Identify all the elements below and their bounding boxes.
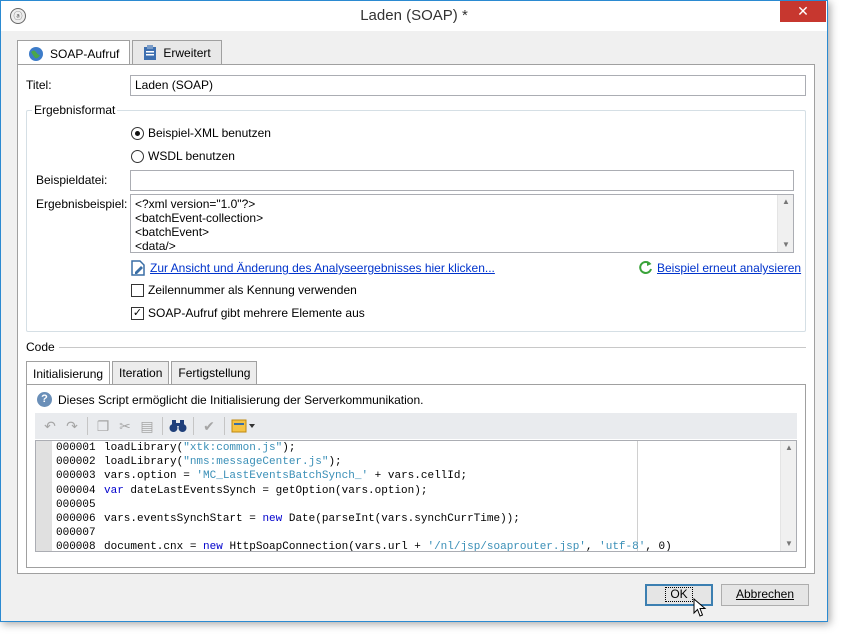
scroll-up-icon[interactable]: ▲ (781, 441, 796, 455)
radio-dot (131, 149, 144, 163)
radio-label: Beispiel-XML benutzen (148, 126, 271, 140)
sample-file-label: Beispieldatei: (36, 173, 108, 187)
radio-dot (131, 126, 144, 140)
code-line: 000003 vars.option = 'MC_LastEventsBatchS… (56, 469, 778, 483)
editor-vertical-scrollbar[interactable]: ▲ ▼ (780, 441, 796, 551)
info-row: ? Dieses Script ermöglicht die Initialis… (37, 392, 423, 407)
editor-toolbar: ↶ ↷ ❐ ✂ ▤ ✔ (35, 413, 797, 439)
checkbox-box (131, 283, 144, 297)
tab-erweitert[interactable]: Erweitert (132, 40, 222, 65)
check-icon[interactable]: ✔ (198, 415, 220, 437)
radio-sample-xml[interactable]: Beispiel-XML benutzen (131, 126, 271, 140)
edit-document-icon (131, 260, 145, 276)
code-text: loadLibrary("xtk:common.js"); (104, 442, 296, 454)
checkbox-line-number[interactable]: Zeilennummer als Kennung verwenden (131, 283, 357, 297)
tab-iteration[interactable]: Iteration (112, 361, 170, 384)
binoculars-icon (169, 420, 187, 432)
tab-label: SOAP-Aufruf (50, 46, 120, 61)
code-text: vars.eventsSynchStart = new Date(parseIn… (104, 512, 520, 525)
radio-label: WSDL benutzen (148, 149, 235, 163)
scroll-down-icon[interactable]: ▼ (781, 537, 796, 551)
dialog-window: ⓐ Laden (SOAP) * ✕ SOAP-Aufruf Erweitert… (0, 0, 828, 622)
redo-icon[interactable]: ↷ (61, 415, 83, 437)
paste-icon[interactable]: ▤ (136, 415, 158, 437)
editor-gutter (36, 441, 52, 551)
mouse-cursor-icon (693, 598, 707, 617)
code-line: 000004 var dateLastEventsSynch = getOptio… (56, 484, 778, 498)
tab-label: Erweitert (163, 46, 211, 60)
tab-soap-aufruf[interactable]: SOAP-Aufruf (17, 40, 131, 66)
code-line: 000007 (56, 526, 778, 540)
code-text: document.cnx = new HttpSoapConnection(va… (104, 541, 672, 552)
soap-panel: Titel: Laden (SOAP) Ergebnisformat Beisp… (17, 64, 815, 574)
cancel-button-label: Abbrechen (735, 587, 795, 601)
code-text: loadLibrary("nms:messageCenter.js"); (104, 456, 342, 469)
line-number: 000008 (56, 541, 96, 552)
find-icon[interactable] (167, 415, 189, 437)
code-panel: ? Dieses Script ermöglicht die Initialis… (26, 384, 806, 568)
line-number: 000003 (56, 470, 96, 483)
tab-fertigstellung[interactable]: Fertigstellung (171, 361, 258, 384)
code-text: vars.option = 'MC_LastEventsBatchSynch_'… (104, 470, 468, 483)
code-lines: 000001 loadLibrary("xtk:common.js"); 0000… (56, 441, 778, 552)
line-number: 000002 (56, 456, 96, 469)
sample-result-textarea[interactable]: <?xml version="1.0"?> <batchEvent-collec… (130, 194, 794, 253)
tab-initialisierung[interactable]: Initialisierung (26, 361, 111, 385)
code-editor[interactable]: 000001 loadLibrary("xtk:common.js"); 0000… (35, 440, 797, 552)
line-number: 000001 (56, 442, 96, 454)
code-line: 000005 (56, 498, 778, 512)
code-section-label: Code (26, 340, 59, 354)
result-format-title: Ergebnisformat (32, 103, 118, 117)
main-tabs: SOAP-Aufruf Erweitert (17, 40, 224, 66)
toolbar-separator (162, 417, 163, 435)
globe-icon (29, 46, 43, 61)
toolbar-separator (87, 417, 88, 435)
cancel-button[interactable]: Abbrechen (721, 584, 809, 606)
code-line: 000002 loadLibrary("nms:messageCenter.js"… (56, 455, 778, 469)
scroll-down-icon[interactable]: ▼ (778, 238, 793, 252)
copy-icon[interactable]: ❐ (92, 415, 114, 437)
sample-file-input[interactable] (130, 170, 794, 191)
code-line: 000008 document.cnx = new HttpSoapConnect… (56, 540, 778, 552)
vertical-scrollbar[interactable]: ▲ ▼ (777, 195, 793, 252)
toolbar-separator (224, 417, 225, 435)
line-number: 000004 (56, 484, 96, 497)
code-tabs: Initialisierung Iteration Fertigstellung (26, 361, 259, 385)
title-label: Titel: (26, 78, 52, 92)
scroll-up-icon[interactable]: ▲ (778, 195, 793, 209)
insert-field-icon[interactable] (229, 415, 259, 437)
checkbox-multiple-elements[interactable]: ✓ SOAP-Aufruf gibt mehrere Elemente aus (131, 306, 365, 320)
title-input[interactable]: Laden (SOAP) (130, 75, 806, 96)
line-number: 000007 (56, 527, 96, 540)
toolbar-separator (193, 417, 194, 435)
help-icon: ? (37, 392, 52, 407)
ok-button-label: OK (665, 587, 693, 602)
close-button[interactable]: ✕ (780, 1, 826, 22)
checkbox-label: Zeilennummer als Kennung verwenden (148, 283, 357, 297)
sample-result-label: Ergebnisbeispiel: (36, 197, 128, 211)
cut-icon[interactable]: ✂ (114, 415, 136, 437)
refresh-icon (639, 261, 652, 274)
sample-line: <data/> (135, 239, 176, 253)
code-text: var dateLastEventsSynch = getOption(vars… (104, 484, 428, 497)
clipboard-icon (144, 45, 157, 60)
code-line: 000001 loadLibrary("xtk:common.js"); (56, 441, 778, 455)
sample-line: <?xml version="1.0"?> (135, 197, 256, 211)
title-bar: ⓐ Laden (SOAP) * ✕ (1, 1, 827, 31)
sample-line: <batchEvent-collection> (135, 211, 264, 225)
reanalyze-link[interactable]: Beispiel erneut analysieren (657, 261, 801, 275)
checkbox-box: ✓ (131, 306, 144, 320)
line-number: 000006 (56, 512, 96, 525)
checkbox-label: SOAP-Aufruf gibt mehrere Elemente aus (148, 306, 365, 320)
code-section-divider (54, 347, 806, 348)
sample-line: <batchEvent> (135, 225, 210, 239)
info-text: Dieses Script ermöglicht die Initialisie… (58, 392, 424, 407)
line-number: 000005 (56, 498, 96, 511)
insert-field-dropdown-icon (231, 419, 255, 433)
undo-icon[interactable]: ↶ (39, 415, 61, 437)
radio-wsdl[interactable]: WSDL benutzen (131, 149, 235, 163)
code-line: 000006 vars.eventsSynchStart = new Date(p… (56, 512, 778, 526)
window-title: Laden (SOAP) * (360, 7, 468, 24)
analysis-result-link[interactable]: Zur Ansicht und Änderung des Analyseerge… (150, 261, 495, 275)
